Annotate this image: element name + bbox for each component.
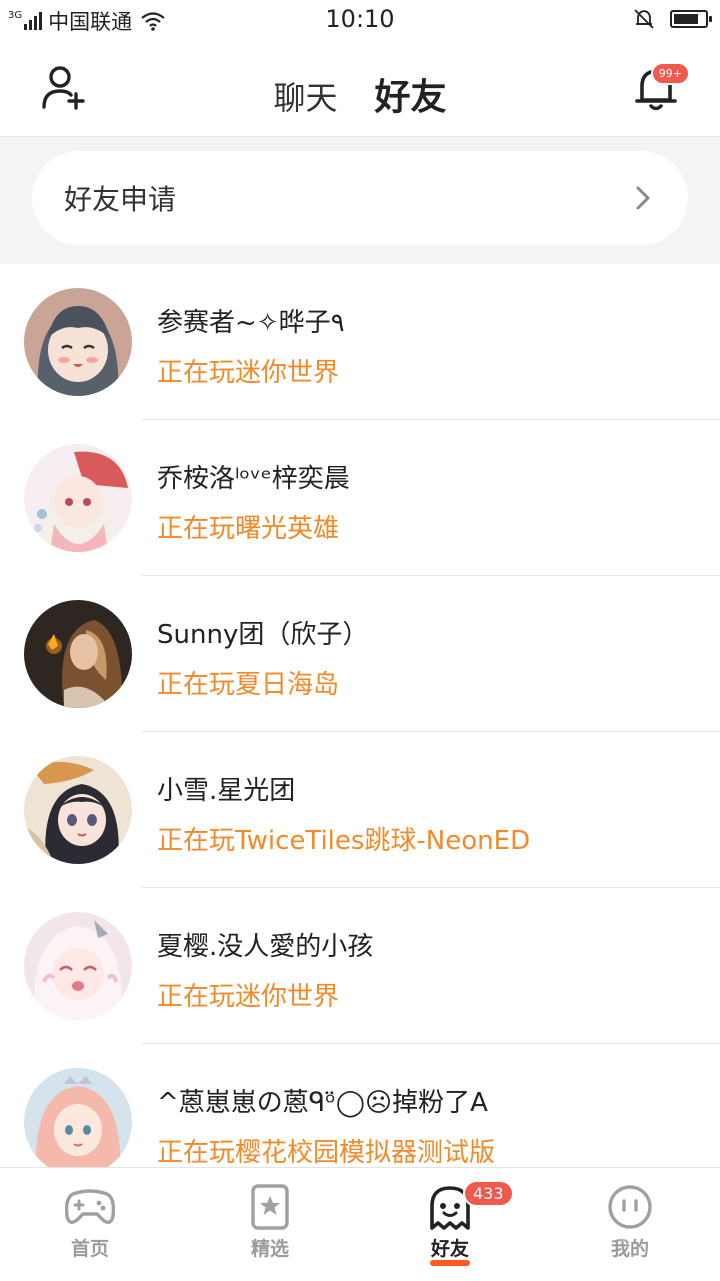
tab-me-label: 我的	[610, 1238, 649, 1260]
friend-row[interactable]: 小雪.星光团 正在玩TwiceTiles跳球-NeonED	[0, 732, 720, 888]
friend-name: 夏樱.没人愛的小孩	[157, 932, 374, 962]
top-tabs: 聊天 好友	[0, 68, 720, 144]
tab-friends-bottom-label: 好友	[430, 1238, 469, 1260]
clock: 10:10	[325, 5, 395, 33]
tab-chat[interactable]: 聊天	[273, 73, 337, 119]
anime-girl-cat-avatar	[24, 756, 132, 864]
tab-home-label: 首页	[70, 1238, 109, 1260]
tab-home[interactable]: 首页	[0, 1168, 180, 1281]
tab-friends-bottom[interactable]: 433 好友	[360, 1168, 540, 1281]
anime-girl-umbrella-avatar	[24, 444, 132, 552]
status-bar: 3G 中国联通 10:10	[0, 0, 720, 40]
tab-featured[interactable]: 精选	[180, 1168, 360, 1281]
tab-chat-label: 聊天	[273, 79, 338, 117]
friend-request-label: 好友申请	[64, 183, 177, 216]
friend-name: Sunny团（欣子）	[157, 620, 369, 650]
tab-featured-label: 精选	[250, 1238, 289, 1260]
tab-friends-label: 好友	[374, 77, 447, 118]
mute-bell-icon	[634, 9, 654, 29]
friend-row[interactable]: Sunny团（欣子） 正在玩夏日海岛	[0, 576, 720, 732]
friend-request-section: 好友申请	[0, 137, 720, 264]
friend-name: 参赛者~✧晔子٩	[157, 308, 345, 338]
friend-status: 正在玩迷你世界	[157, 358, 340, 388]
friend-status: 正在玩曙光英雄	[157, 514, 340, 544]
friend-name: 小雪.星光团	[157, 776, 296, 806]
friend-row[interactable]: 夏樱.没人愛的小孩 正在玩迷你世界	[0, 888, 720, 1044]
friend-status: 正在玩樱花校园模拟器测试版	[157, 1138, 496, 1168]
top-nav: 聊天 好友 99+	[0, 40, 720, 144]
friend-status: 正在玩TwiceTiles跳球-NeonED	[157, 826, 531, 856]
bottom-tab-bar: 首页 精选 433 好友 我的	[0, 1167, 720, 1281]
friend-status: 正在玩夏日海岛	[157, 670, 340, 700]
friend-row[interactable]: 参赛者~✧晔子٩ 正在玩迷你世界	[0, 264, 720, 420]
status-right	[632, 7, 712, 31]
face-icon	[608, 1185, 652, 1229]
friend-status: 正在玩迷你世界	[157, 982, 340, 1012]
tab-me[interactable]: 我的	[540, 1168, 720, 1281]
girl-with-butterfly-avatar	[24, 600, 132, 708]
chevron-right-icon	[636, 186, 650, 210]
tab-friends[interactable]: 好友	[374, 68, 447, 144]
anime-girl-avatar	[24, 288, 132, 396]
star-card-icon	[251, 1184, 289, 1230]
gamepad-icon	[65, 1189, 115, 1224]
friend-name: 乔桉洛ˡᵒᵛᵉ梓奕晨	[157, 464, 350, 494]
friends-badge: 433	[463, 1180, 514, 1207]
friend-request-button[interactable]: 好友申请	[32, 151, 688, 245]
anime-girl-pink-avatar	[24, 912, 132, 1020]
active-bottom-tab-indicator	[430, 1260, 470, 1266]
anime-girl-tiara-avatar	[24, 1068, 132, 1176]
notification-badge: 99+	[650, 62, 690, 85]
friend-name: ^蒽崽崽の蒽ᑫᵒ̈◯☹掉粉了A	[157, 1088, 488, 1118]
friend-row[interactable]: 乔桉洛ˡᵒᵛᵉ梓奕晨 正在玩曙光英雄	[0, 420, 720, 576]
battery-icon	[670, 10, 712, 28]
friend-list: 参赛者~✧晔子٩ 正在玩迷你世界 乔桉洛ˡᵒᵛᵉ梓奕晨 正在玩曙光英雄 Sunn…	[0, 264, 720, 1200]
